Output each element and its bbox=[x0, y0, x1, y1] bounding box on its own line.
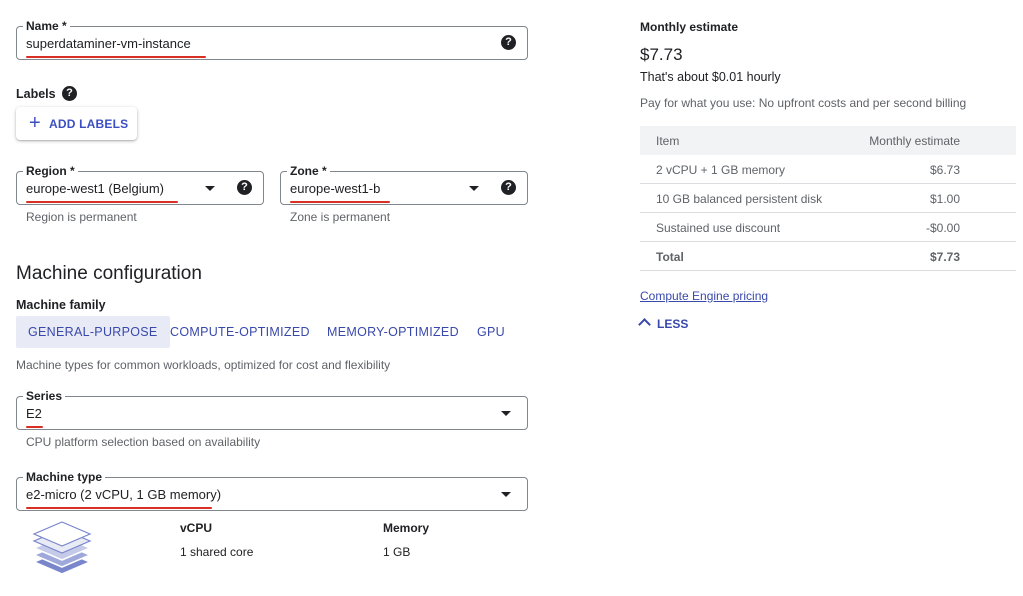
name-field[interactable]: Name * superdataminer-vm-instance ? bbox=[16, 18, 528, 60]
name-input-value[interactable]: superdataminer-vm-instance bbox=[26, 35, 191, 52]
add-labels-button[interactable]: + ADD LABELS bbox=[16, 107, 137, 140]
row-item: Sustained use discount bbox=[656, 221, 781, 235]
machine-type-select[interactable]: Machine type e2-micro (2 vCPU, 1 GB memo… bbox=[16, 469, 528, 511]
table-row: Sustained use discount -$0.00 bbox=[640, 213, 1016, 242]
help-icon[interactable]: ? bbox=[501, 35, 516, 50]
series-label: Series bbox=[23, 388, 66, 404]
chevron-up-icon bbox=[638, 318, 651, 331]
memory-value: 1 GB bbox=[383, 545, 411, 559]
annotation-underline bbox=[26, 426, 43, 428]
machine-family-description: Machine types for common workloads, opti… bbox=[16, 358, 391, 372]
less-label: LESS bbox=[657, 317, 689, 331]
machine-type-label: Machine type bbox=[23, 469, 106, 485]
region-label: Region * bbox=[23, 163, 78, 179]
region-hint: Region is permanent bbox=[26, 210, 137, 224]
series-value: E2 bbox=[26, 406, 42, 421]
annotation-underline bbox=[26, 201, 178, 203]
estimate-note: Pay for what you use: No upfront costs a… bbox=[640, 96, 967, 110]
compute-engine-pricing-link[interactable]: Compute Engine pricing bbox=[640, 289, 768, 303]
chevron-down-icon bbox=[501, 411, 511, 416]
table-row: 2 vCPU + 1 GB memory $6.73 bbox=[640, 155, 1016, 184]
estimate-amount: $7.73 bbox=[640, 45, 683, 64]
machine-type-value: e2-micro (2 vCPU, 1 GB memory) bbox=[26, 487, 222, 502]
zone-value: europe-west1-b bbox=[290, 181, 381, 196]
row-monthly: $6.73 bbox=[929, 163, 960, 177]
memory-label: Memory bbox=[383, 521, 430, 535]
annotation-underline bbox=[26, 56, 206, 58]
zone-hint: Zone is permanent bbox=[290, 210, 391, 224]
chevron-down-icon bbox=[501, 492, 511, 497]
price-table: Item Monthly estimate 2 vCPU + 1 GB memo… bbox=[640, 126, 1016, 271]
annotation-underline bbox=[290, 201, 390, 203]
machine-family-label: Machine family bbox=[16, 298, 106, 312]
name-label: Name * bbox=[23, 18, 70, 34]
column-header-item: Item bbox=[656, 134, 680, 148]
vcpu-label: vCPU bbox=[180, 521, 213, 535]
zone-select[interactable]: Zone * europe-west1-b ? bbox=[280, 163, 528, 205]
row-monthly: $1.00 bbox=[929, 192, 960, 206]
section-title: Machine configuration bbox=[16, 263, 202, 284]
help-icon[interactable]: ? bbox=[62, 86, 77, 101]
total-label: Total bbox=[656, 250, 684, 264]
table-header: Item Monthly estimate bbox=[640, 126, 1016, 155]
series-select[interactable]: Series E2 bbox=[16, 388, 528, 430]
row-item: 2 vCPU + 1 GB memory bbox=[656, 163, 786, 177]
row-monthly: -$0.00 bbox=[925, 221, 960, 235]
column-header-monthly: Monthly estimate bbox=[869, 134, 960, 148]
help-icon[interactable]: ? bbox=[501, 180, 516, 195]
region-value: europe-west1 (Belgium) bbox=[26, 181, 165, 196]
add-labels-label: ADD LABELS bbox=[49, 117, 129, 131]
help-icon[interactable]: ? bbox=[237, 180, 252, 195]
table-row: 10 GB balanced persistent disk $1.00 bbox=[640, 184, 1016, 213]
vcpu-value: 1 shared core bbox=[180, 545, 254, 559]
labels-heading: Labels bbox=[16, 87, 56, 101]
tab-general-purpose[interactable]: GENERAL-PURPOSE bbox=[16, 316, 170, 348]
zone-label: Zone * bbox=[287, 163, 330, 179]
series-hint: CPU platform selection based on availabi… bbox=[26, 435, 261, 449]
plus-icon: + bbox=[29, 112, 41, 134]
estimate-heading: Monthly estimate bbox=[640, 20, 739, 34]
row-item: 10 GB balanced persistent disk bbox=[656, 192, 823, 206]
chevron-down-icon bbox=[205, 186, 215, 191]
estimate-hourly: That's about $0.01 hourly bbox=[640, 70, 781, 84]
region-select[interactable]: Region * europe-west1 (Belgium) ? bbox=[16, 163, 264, 205]
annotation-underline bbox=[26, 507, 212, 509]
chevron-down-icon bbox=[469, 186, 479, 191]
total-value: $7.73 bbox=[929, 250, 960, 264]
tab-memory-optimized[interactable]: MEMORY-OPTIMIZED bbox=[327, 316, 459, 348]
tab-compute-optimized[interactable]: COMPUTE-OPTIMIZED bbox=[170, 316, 310, 348]
table-row-total: Total $7.73 bbox=[640, 242, 1016, 271]
stacked-layers-icon bbox=[30, 516, 94, 582]
tab-gpu[interactable]: GPU bbox=[477, 316, 505, 348]
